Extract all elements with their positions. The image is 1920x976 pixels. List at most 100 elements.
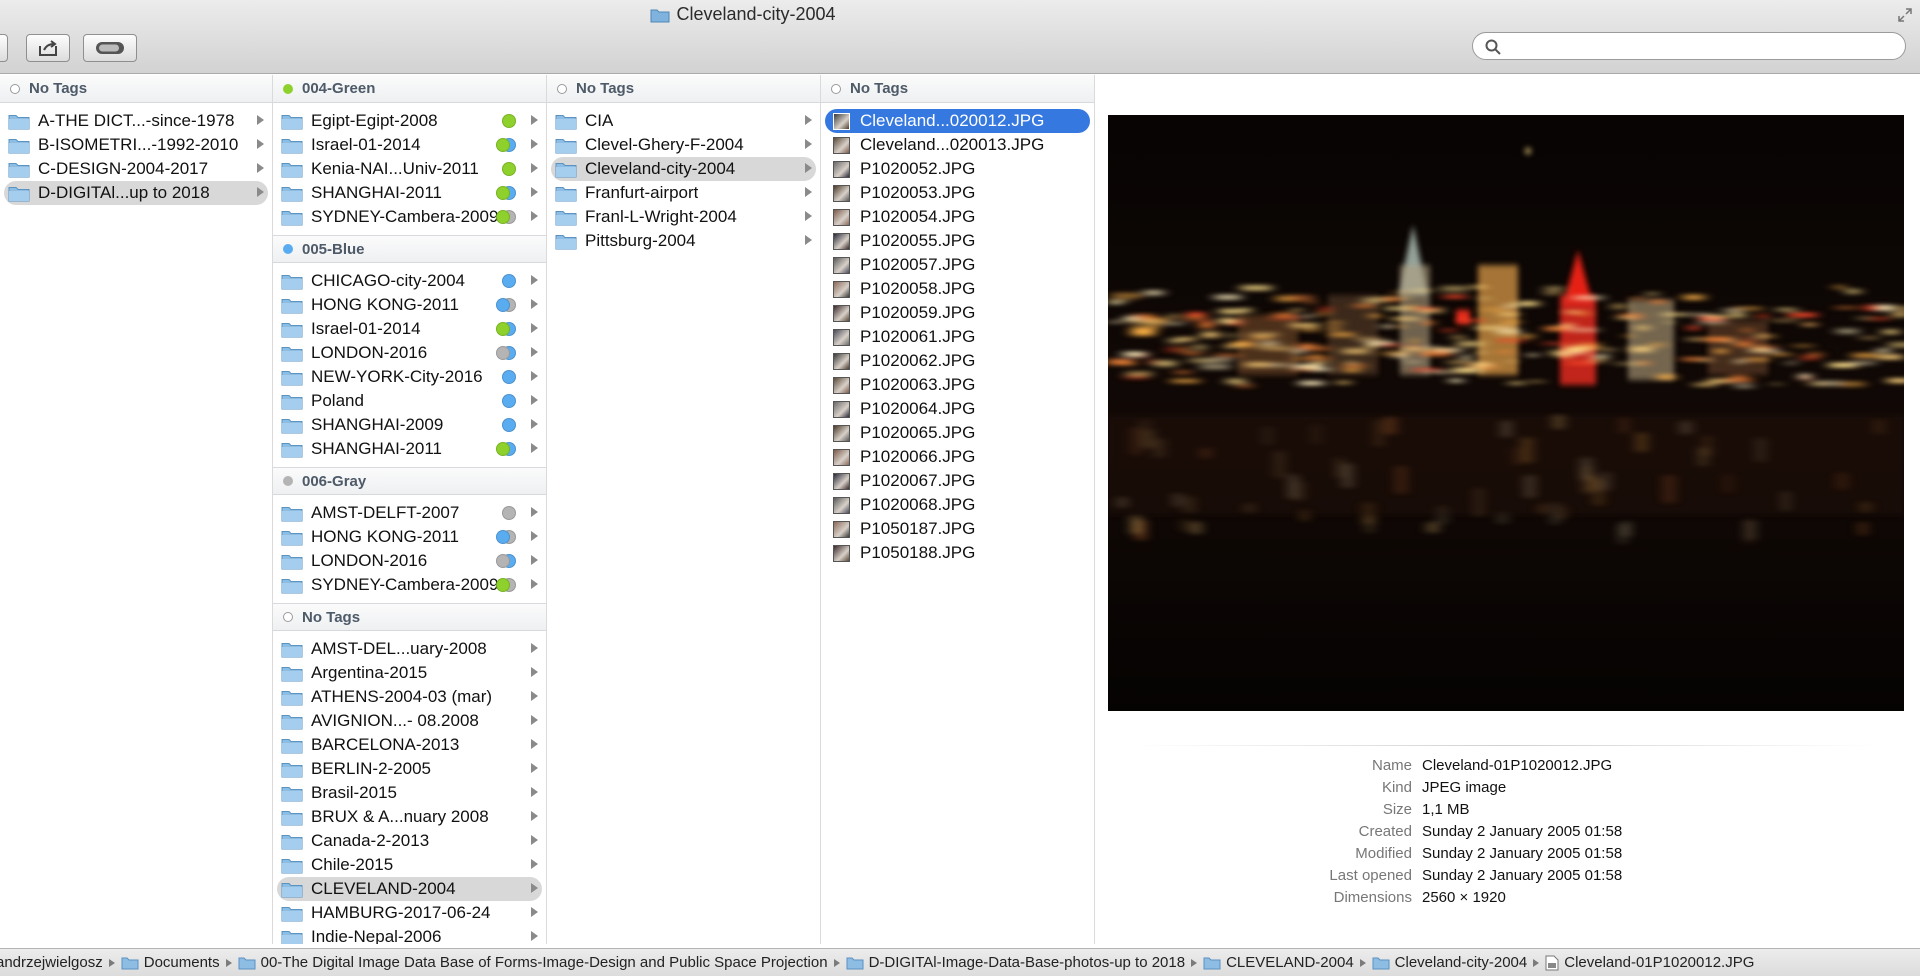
file-row[interactable]: P1020062.JPG xyxy=(825,349,1090,373)
item-label: P1020066.JPG xyxy=(860,447,976,466)
city-light xyxy=(1497,337,1526,343)
file-row[interactable]: P1020055.JPG xyxy=(825,229,1090,253)
tags-button[interactable] xyxy=(83,34,137,62)
folder-row[interactable]: ATHENS-2004-03 (mar) xyxy=(277,685,542,709)
folder-row[interactable]: AVIGNION...- 08.2008 xyxy=(277,709,542,733)
share-button[interactable] xyxy=(26,34,70,62)
folder-row[interactable]: SHANGHAI-2011 xyxy=(277,437,542,461)
city-light xyxy=(1223,344,1239,349)
search-input[interactable] xyxy=(1509,36,1895,56)
fullscreen-icon[interactable] xyxy=(1898,8,1912,22)
folder-row[interactable]: Canada-2-2013 xyxy=(277,829,542,853)
folder-row[interactable]: Egipt-Egipt-2008 xyxy=(277,109,542,133)
info-key: Kind xyxy=(1381,779,1412,796)
file-row[interactable]: P1020059.JPG xyxy=(825,301,1090,325)
path-crumb[interactable]: Cleveland-01P1020012.JPG xyxy=(1545,954,1754,971)
folder-row[interactable]: Israel-01-2014 xyxy=(277,317,542,341)
city-light xyxy=(1241,285,1271,291)
file-row[interactable]: P1020064.JPG xyxy=(825,397,1090,421)
search-field[interactable] xyxy=(1472,32,1906,60)
file-row[interactable]: P1020053.JPG xyxy=(825,181,1090,205)
folder-row[interactable]: SHANGHAI-2009 xyxy=(277,413,542,437)
folder-row[interactable]: NEW-YORK-City-2016 xyxy=(277,365,542,389)
file-row[interactable]: P1020067.JPG xyxy=(825,469,1090,493)
folder-row[interactable]: AMST-DEL...uary-2008 xyxy=(277,637,542,661)
folder-row[interactable]: HONG KONG-2011 xyxy=(277,525,542,549)
city-light xyxy=(1498,349,1512,354)
column-4[interactable]: No Tags Cleveland...020012.JPG Cleveland..… xyxy=(821,75,1095,944)
folder-row[interactable]: Chile-2015 xyxy=(277,853,542,877)
tag-dot-icon xyxy=(283,612,293,622)
path-crumb[interactable]: Cleveland-city-2004 xyxy=(1372,954,1527,971)
city-light xyxy=(1756,334,1766,338)
folder-row[interactable]: A-THE DICT...-since-1978 xyxy=(4,109,268,133)
file-row[interactable]: P1020066.JPG xyxy=(825,445,1090,469)
folder-row[interactable]: Clevel-Ghery-F-2004 xyxy=(551,133,816,157)
file-row[interactable]: P1050187.JPG xyxy=(825,517,1090,541)
folder-row[interactable]: Israel-01-2014 xyxy=(277,133,542,157)
city-light xyxy=(1328,326,1340,331)
file-row[interactable]: P1020057.JPG xyxy=(825,253,1090,277)
folder-row[interactable]: BERLIN-2-2005 xyxy=(277,757,542,781)
folder-row[interactable]: LONDON-2016 xyxy=(277,341,542,365)
folder-row[interactable]: SYDNEY-Cambera-2009 xyxy=(277,205,542,229)
folder-row[interactable]: B-ISOMETRI...-1992-2010 xyxy=(4,133,268,157)
file-row[interactable]: P1020068.JPG xyxy=(825,493,1090,517)
city-light xyxy=(1202,320,1212,323)
folder-row[interactable]: D-DIGITAl...up to 2018 xyxy=(4,181,268,205)
folder-row[interactable]: SYDNEY-Cambera-2009 xyxy=(277,573,542,597)
file-row[interactable]: P1050188.JPG xyxy=(825,541,1090,565)
path-crumb[interactable]: andrzejwielgosz xyxy=(0,954,103,971)
path-crumb[interactable]: CLEVELAND-2004 xyxy=(1203,954,1354,971)
tag-color-dot xyxy=(496,138,510,152)
folder-icon xyxy=(281,834,303,849)
folder-row[interactable]: BARCELONA-2013 xyxy=(277,733,542,757)
file-row[interactable]: P1020065.JPG xyxy=(825,421,1090,445)
item-label: P1020061.JPG xyxy=(860,327,976,346)
folder-row[interactable]: CIA xyxy=(551,109,816,133)
info-value: 1,1 MB xyxy=(1422,801,1470,818)
water-reflection xyxy=(1620,524,1625,544)
file-row[interactable]: P1020052.JPG xyxy=(825,157,1090,181)
folder-row[interactable]: HONG KONG-2011 xyxy=(277,293,542,317)
folder-row[interactable]: Franfurt-airport xyxy=(551,181,816,205)
folder-row[interactable]: Indie-Nepal-2006 xyxy=(277,925,542,944)
water-reflection xyxy=(1859,522,1866,536)
city-light xyxy=(1112,292,1142,299)
folder-row[interactable]: Pittsburg-2004 xyxy=(551,229,816,253)
file-row[interactable]: P1020058.JPG xyxy=(825,277,1090,301)
file-row[interactable]: Cleveland...020012.JPG xyxy=(825,109,1090,133)
folder-row[interactable]: Kenia-NAI...Univ-2011 xyxy=(277,157,542,181)
folder-row[interactable]: BRUX & A...nuary 2008 xyxy=(277,805,542,829)
file-row[interactable]: Cleveland...020013.JPG xyxy=(825,133,1090,157)
column-2[interactable]: 004-Green Egipt-Egipt-2008 Israel-01-2014 K… xyxy=(273,75,547,944)
folder-row[interactable]: SHANGHAI-2011 xyxy=(277,181,542,205)
view-button[interactable] xyxy=(0,34,8,62)
path-crumb[interactable]: Documents xyxy=(121,954,220,971)
column-1[interactable]: No Tags A-THE DICT...-since-1978 B-ISOMETR… xyxy=(0,75,273,944)
path-crumb[interactable]: 00-The Digital Image Data Base of Forms-… xyxy=(238,954,828,971)
city-light xyxy=(1291,308,1303,312)
tag-group-name: No Tags xyxy=(850,80,909,97)
file-row[interactable]: P1020061.JPG xyxy=(825,325,1090,349)
folder-row[interactable]: AMST-DELFT-2007 xyxy=(277,501,542,525)
path-crumb[interactable]: D-DIGITAl-Image-Data-Base-photos-up to 2… xyxy=(846,954,1185,971)
city-light xyxy=(1722,309,1742,312)
folder-row[interactable]: Cleveland-city-2004 xyxy=(551,157,816,181)
folder-row[interactable]: Argentina-2015 xyxy=(277,661,542,685)
file-row[interactable]: P1020063.JPG xyxy=(825,373,1090,397)
folder-row[interactable]: Franl-L-Wright-2004 xyxy=(551,205,816,229)
folder-row[interactable]: LONDON-2016 xyxy=(277,549,542,573)
file-row[interactable]: P1020054.JPG xyxy=(825,205,1090,229)
folder-row[interactable]: C-DESIGN-2004-2017 xyxy=(4,157,268,181)
folder-row[interactable]: HAMBURG-2017-06-24 xyxy=(277,901,542,925)
folder-row[interactable]: Brasil-2015 xyxy=(277,781,542,805)
folder-row[interactable]: Poland xyxy=(277,389,542,413)
tag-indicator xyxy=(496,138,516,152)
item-label: BRUX & A...nuary 2008 xyxy=(311,807,489,826)
disclosure-arrow-icon xyxy=(531,787,538,797)
folder-row[interactable]: CLEVELAND-2004 xyxy=(277,877,542,901)
column-3[interactable]: No Tags CIA Clevel-Ghery-F-2004 Cleveland-c… xyxy=(547,75,821,944)
folder-icon xyxy=(121,957,139,969)
folder-row[interactable]: CHICAGO-city-2004 xyxy=(277,269,542,293)
